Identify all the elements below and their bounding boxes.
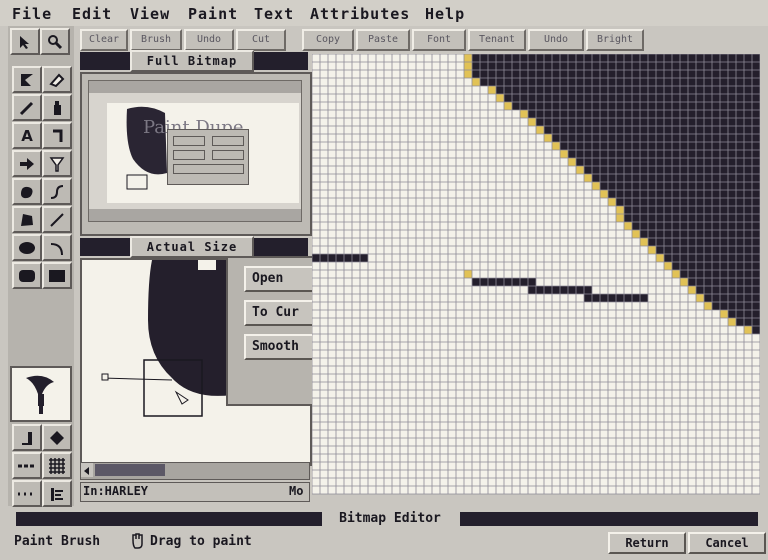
toolbar-clear-button[interactable]: Clear: [80, 29, 128, 51]
full-bitmap-title: Full Bitmap: [130, 50, 254, 72]
dashed-line-icon[interactable]: [12, 452, 42, 479]
current-tool-label: Paint Brush: [14, 534, 101, 549]
filename-suffix: Mo: [289, 484, 304, 498]
toolbar-bright-button[interactable]: Bright: [586, 29, 644, 51]
menu-text[interactable]: Text: [254, 5, 294, 23]
to-cursor-button[interactable]: To Cur: [244, 300, 320, 326]
toolbar-copy-button[interactable]: Copy: [302, 29, 354, 51]
filled-ellipse-icon[interactable]: [12, 234, 42, 261]
menu-file[interactable]: File: [12, 5, 52, 23]
fill-pattern-icon[interactable]: [42, 424, 72, 451]
lightbulb-icon[interactable]: [42, 150, 72, 177]
full-bitmap-thumbnail[interactable]: Paint Dupe: [88, 80, 302, 222]
full-bitmap-panel: Paint Dupe: [80, 72, 312, 236]
thumbnail-statusbar: [89, 209, 301, 221]
eraser-icon[interactable]: [42, 66, 72, 93]
scroll-left-icon[interactable]: [81, 463, 93, 477]
menu-view[interactable]: View: [130, 5, 170, 23]
filled-rect-icon[interactable]: [42, 262, 72, 289]
line-icon[interactable]: [42, 206, 72, 233]
toolbar-undo2-button[interactable]: Undo: [528, 29, 584, 51]
rounded-rect-icon[interactable]: [12, 262, 42, 289]
filled-polygon-icon[interactable]: [12, 206, 42, 233]
filled-blob-icon[interactable]: [12, 178, 42, 205]
toolbar-cut-button[interactable]: Cut: [236, 29, 286, 51]
smooth-button[interactable]: Smooth: [244, 334, 320, 360]
filename-label: In:HARLEY: [83, 484, 149, 498]
toolbar-brush-button[interactable]: Brush: [130, 29, 182, 51]
thumbnail-menubar: [89, 81, 301, 93]
toolbar-font-button[interactable]: Font: [412, 29, 466, 51]
dotted-line-icon[interactable]: [12, 480, 42, 507]
pencil-icon[interactable]: [12, 94, 42, 121]
status-right-bar: [460, 512, 758, 526]
zoomed-bitmap-grid[interactable]: [312, 54, 760, 500]
toolbar-tenant-button[interactable]: Tenant: [468, 29, 526, 51]
menu-help[interactable]: Help: [425, 5, 465, 23]
current-brush-preview[interactable]: [10, 366, 72, 422]
status-left-bar: [16, 512, 322, 526]
menu-bar: File Edit View Paint Text Attributes Hel…: [0, 0, 768, 26]
actual-size-scrollbar[interactable]: [80, 462, 310, 480]
pattern-grid-icon[interactable]: [42, 452, 72, 479]
filename-bar: In:HARLEY Mo: [80, 482, 310, 502]
brush-shape-icon[interactable]: [12, 424, 42, 451]
menu-attributes[interactable]: Attributes: [310, 5, 410, 23]
text-align-icon[interactable]: [42, 480, 72, 507]
select-arrow-icon[interactable]: [10, 28, 40, 55]
editor-title: Bitmap Editor: [339, 511, 441, 526]
text-icon[interactable]: A: [12, 122, 42, 149]
paint-bucket-icon[interactable]: [42, 122, 72, 149]
cancel-button[interactable]: Cancel: [688, 532, 766, 554]
hand-cursor-icon: [130, 532, 146, 550]
hint-text: Drag to paint: [150, 534, 252, 549]
scroll-thumb[interactable]: [95, 464, 165, 476]
actual-size-title: Actual Size: [130, 236, 254, 258]
menu-paint[interactable]: Paint: [188, 5, 238, 23]
magnifier-icon[interactable]: [40, 28, 70, 55]
spray-can-icon[interactable]: [42, 94, 72, 121]
menu-edit[interactable]: Edit: [72, 5, 112, 23]
open-button[interactable]: Open: [244, 266, 320, 292]
toolbar-paste-button[interactable]: Paste: [356, 29, 410, 51]
curve-icon[interactable]: [42, 178, 72, 205]
return-button[interactable]: Return: [608, 532, 686, 554]
toolbar-undo-button[interactable]: Undo: [184, 29, 234, 51]
lasso-icon[interactable]: [12, 66, 42, 93]
thumbnail-popup: [167, 129, 249, 185]
command-toolbar: Clear Brush Undo Cut Copy Paste Font Ten…: [78, 26, 768, 52]
arc-icon[interactable]: [42, 234, 72, 261]
arrow-right-icon[interactable]: [12, 150, 42, 177]
